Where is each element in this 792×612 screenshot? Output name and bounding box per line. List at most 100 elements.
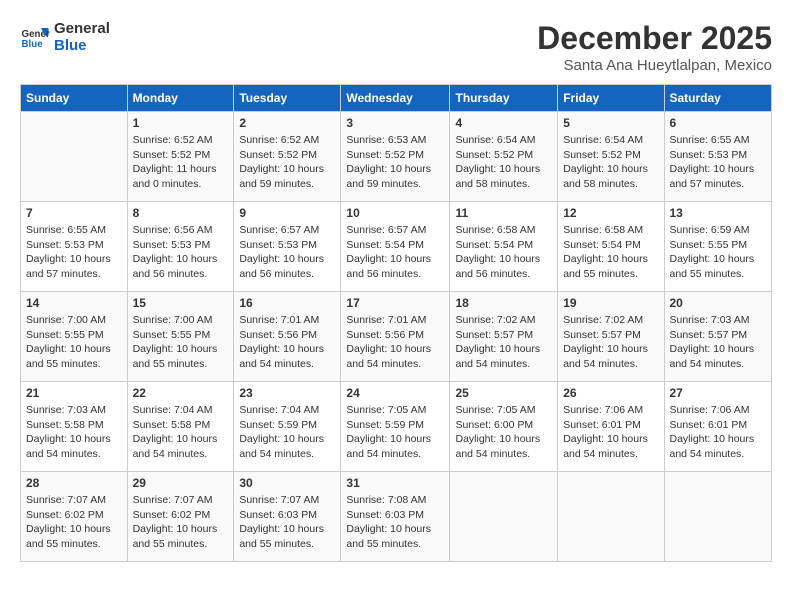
calendar-cell <box>558 472 664 562</box>
calendar-cell: 7 Sunrise: 6:55 AMSunset: 5:53 PMDaylight… <box>21 202 128 292</box>
day-info: Sunrise: 7:04 AMSunset: 5:59 PMDaylight:… <box>239 403 335 462</box>
day-info: Sunrise: 6:57 AMSunset: 5:54 PMDaylight:… <box>346 223 444 282</box>
weekday-header-friday: Friday <box>558 85 664 112</box>
calendar-cell: 26 Sunrise: 7:06 AMSunset: 6:01 PMDayligh… <box>558 382 664 472</box>
day-number: 26 <box>563 386 658 400</box>
calendar-cell: 20Sunrise: 7:03 AMSunset: 5:57 PMDayligh… <box>664 292 772 382</box>
calendar-table: SundayMondayTuesdayWednesdayThursdayFrid… <box>20 84 772 562</box>
day-info: Sunrise: 6:58 AMSunset: 5:54 PMDaylight:… <box>455 223 552 282</box>
calendar-week-row: 7 Sunrise: 6:55 AMSunset: 5:53 PMDaylight… <box>21 202 772 292</box>
day-number: 23 <box>239 386 335 400</box>
calendar-cell: 27 Sunrise: 7:06 AMSunset: 6:01 PMDayligh… <box>664 382 772 472</box>
day-number: 7 <box>26 206 122 220</box>
day-info: Sunrise: 7:04 AMSunset: 5:58 PMDaylight:… <box>133 403 229 462</box>
day-info: Sunrise: 7:05 AMSunset: 6:00 PMDaylight:… <box>455 403 552 462</box>
calendar-cell: 9 Sunrise: 6:57 AMSunset: 5:53 PMDaylight… <box>234 202 341 292</box>
weekday-header-monday: Monday <box>127 85 234 112</box>
day-number: 24 <box>346 386 444 400</box>
title-block: December 2025 Santa Ana Hueytlalpan, Mex… <box>537 20 772 74</box>
calendar-cell: 31 Sunrise: 7:08 AMSunset: 6:03 PMDayligh… <box>341 472 450 562</box>
calendar-cell <box>21 112 128 202</box>
calendar-cell: 14 Sunrise: 7:00 AMSunset: 5:55 PMDayligh… <box>21 292 128 382</box>
calendar-cell: 25 Sunrise: 7:05 AMSunset: 6:00 PMDayligh… <box>450 382 558 472</box>
day-number: 14 <box>26 296 122 310</box>
calendar-week-row: 14 Sunrise: 7:00 AMSunset: 5:55 PMDayligh… <box>21 292 772 382</box>
day-info: Sunrise: 7:06 AMSunset: 6:01 PMDaylight:… <box>563 403 658 462</box>
day-number: 22 <box>133 386 229 400</box>
day-number: 18 <box>455 296 552 310</box>
calendar-cell: 6 Sunrise: 6:55 AMSunset: 5:53 PMDaylight… <box>664 112 772 202</box>
day-info: Sunrise: 7:03 AMSunset: 5:57 PMDaylight:… <box>670 313 767 372</box>
calendar-cell <box>664 472 772 562</box>
calendar-cell: 10Sunrise: 6:57 AMSunset: 5:54 PMDayligh… <box>341 202 450 292</box>
weekday-header-tuesday: Tuesday <box>234 85 341 112</box>
location: Santa Ana Hueytlalpan, Mexico <box>537 57 772 74</box>
calendar-cell: 3Sunrise: 6:53 AMSunset: 5:52 PMDaylight… <box>341 112 450 202</box>
month-title: December 2025 <box>537 20 772 57</box>
day-number: 5 <box>563 116 658 130</box>
day-number: 2 <box>239 116 335 130</box>
day-info: Sunrise: 7:07 AMSunset: 6:02 PMDaylight:… <box>133 493 229 552</box>
day-info: Sunrise: 6:55 AMSunset: 5:53 PMDaylight:… <box>26 223 122 282</box>
calendar-cell: 21Sunrise: 7:03 AMSunset: 5:58 PMDayligh… <box>21 382 128 472</box>
day-info: Sunrise: 7:06 AMSunset: 6:01 PMDaylight:… <box>670 403 767 462</box>
day-number: 15 <box>133 296 229 310</box>
day-number: 17 <box>346 296 444 310</box>
day-number: 6 <box>670 116 767 130</box>
day-info: Sunrise: 6:55 AMSunset: 5:53 PMDaylight:… <box>670 133 767 192</box>
day-info: Sunrise: 6:52 AMSunset: 5:52 PMDaylight:… <box>239 133 335 192</box>
calendar-cell: 15 Sunrise: 7:00 AMSunset: 5:55 PMDayligh… <box>127 292 234 382</box>
logo: General Blue General Blue <box>20 20 110 54</box>
calendar-week-row: 21Sunrise: 7:03 AMSunset: 5:58 PMDayligh… <box>21 382 772 472</box>
page-header: General Blue General Blue December 2025 … <box>20 20 772 74</box>
calendar-week-row: 28 Sunrise: 7:07 AMSunset: 6:02 PMDayligh… <box>21 472 772 562</box>
day-info: Sunrise: 7:00 AMSunset: 5:55 PMDaylight:… <box>26 313 122 372</box>
day-number: 1 <box>133 116 229 130</box>
day-info: Sunrise: 7:05 AMSunset: 5:59 PMDaylight:… <box>346 403 444 462</box>
day-number: 11 <box>455 206 552 220</box>
calendar-cell: 19Sunrise: 7:02 AMSunset: 5:57 PMDayligh… <box>558 292 664 382</box>
day-number: 4 <box>455 116 552 130</box>
day-number: 27 <box>670 386 767 400</box>
day-number: 8 <box>133 206 229 220</box>
svg-text:Blue: Blue <box>22 39 44 50</box>
logo-general-text: General <box>54 20 110 37</box>
weekday-header-wednesday: Wednesday <box>341 85 450 112</box>
day-number: 19 <box>563 296 658 310</box>
day-number: 25 <box>455 386 552 400</box>
calendar-cell: 13 Sunrise: 6:59 AMSunset: 5:55 PMDayligh… <box>664 202 772 292</box>
logo-blue-text: Blue <box>54 37 110 54</box>
day-info: Sunrise: 6:59 AMSunset: 5:55 PMDaylight:… <box>670 223 767 282</box>
calendar-cell: 28 Sunrise: 7:07 AMSunset: 6:02 PMDayligh… <box>21 472 128 562</box>
calendar-cell: 29Sunrise: 7:07 AMSunset: 6:02 PMDayligh… <box>127 472 234 562</box>
day-number: 30 <box>239 476 335 490</box>
calendar-cell: 12 Sunrise: 6:58 AMSunset: 5:54 PMDayligh… <box>558 202 664 292</box>
day-info: Sunrise: 7:08 AMSunset: 6:03 PMDaylight:… <box>346 493 444 552</box>
day-number: 9 <box>239 206 335 220</box>
calendar-cell: 4Sunrise: 6:54 AMSunset: 5:52 PMDaylight… <box>450 112 558 202</box>
calendar-cell: 8Sunrise: 6:56 AMSunset: 5:53 PMDaylight… <box>127 202 234 292</box>
day-info: Sunrise: 7:01 AMSunset: 5:56 PMDaylight:… <box>239 313 335 372</box>
logo-icon: General Blue <box>20 22 50 52</box>
day-info: Sunrise: 7:00 AMSunset: 5:55 PMDaylight:… <box>133 313 229 372</box>
calendar-cell: 22 Sunrise: 7:04 AMSunset: 5:58 PMDayligh… <box>127 382 234 472</box>
weekday-header-row: SundayMondayTuesdayWednesdayThursdayFrid… <box>21 85 772 112</box>
day-info: Sunrise: 6:53 AMSunset: 5:52 PMDaylight:… <box>346 133 444 192</box>
calendar-cell: 2 Sunrise: 6:52 AMSunset: 5:52 PMDaylight… <box>234 112 341 202</box>
weekday-header-saturday: Saturday <box>664 85 772 112</box>
day-number: 12 <box>563 206 658 220</box>
weekday-header-thursday: Thursday <box>450 85 558 112</box>
day-info: Sunrise: 7:07 AMSunset: 6:03 PMDaylight:… <box>239 493 335 552</box>
day-number: 21 <box>26 386 122 400</box>
calendar-cell: 23 Sunrise: 7:04 AMSunset: 5:59 PMDayligh… <box>234 382 341 472</box>
day-number: 31 <box>346 476 444 490</box>
day-number: 13 <box>670 206 767 220</box>
calendar-cell: 18Sunrise: 7:02 AMSunset: 5:57 PMDayligh… <box>450 292 558 382</box>
day-info: Sunrise: 6:58 AMSunset: 5:54 PMDaylight:… <box>563 223 658 282</box>
calendar-cell: 5Sunrise: 6:54 AMSunset: 5:52 PMDaylight… <box>558 112 664 202</box>
day-info: Sunrise: 6:57 AMSunset: 5:53 PMDaylight:… <box>239 223 335 282</box>
calendar-cell: 11 Sunrise: 6:58 AMSunset: 5:54 PMDayligh… <box>450 202 558 292</box>
day-number: 28 <box>26 476 122 490</box>
day-info: Sunrise: 7:07 AMSunset: 6:02 PMDaylight:… <box>26 493 122 552</box>
calendar-cell: 17Sunrise: 7:01 AMSunset: 5:56 PMDayligh… <box>341 292 450 382</box>
